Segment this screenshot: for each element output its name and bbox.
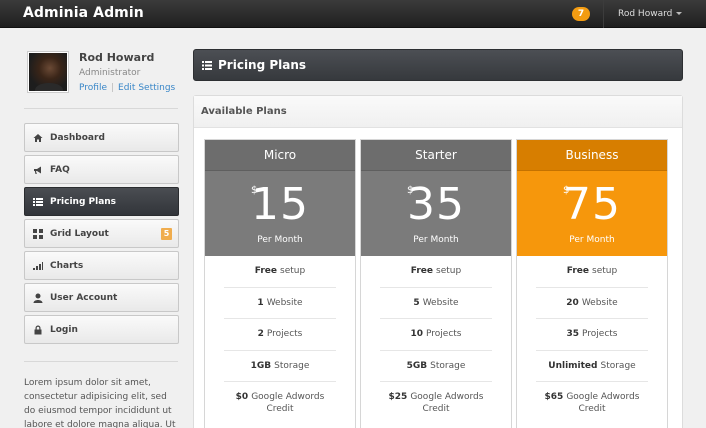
divider <box>24 108 178 109</box>
sidebar-item-charts[interactable]: Charts <box>24 251 179 280</box>
plan-feature: 5 Website <box>380 288 492 319</box>
user-icon <box>33 293 43 303</box>
plan-feature: 35 Projects <box>536 319 648 351</box>
panel-header: Available Plans <box>194 96 682 128</box>
plan-price: $ 35 Per Month <box>361 171 511 256</box>
plan-feature: 20 Website <box>536 288 648 319</box>
plan-card-starter: Starter $ 35 Per Month Free setup 5 Websit… <box>360 139 512 428</box>
profile-link[interactable]: Profile <box>79 83 107 93</box>
lock-icon <box>34 325 42 335</box>
sidebar-item-label: Grid Layout <box>50 229 109 239</box>
list-icon <box>33 198 43 206</box>
sidebar-item-grid-layout[interactable]: Grid Layout 5 <box>24 219 179 248</box>
panel-title: Available Plans <box>201 106 287 117</box>
sidebar-item-dashboard[interactable]: Dashboard <box>24 123 179 152</box>
plan-feature: 5GB Storage <box>380 351 492 382</box>
plan-feature: $0 Google Adwords Credit <box>235 392 325 414</box>
plan-feature: Unlimited Storage <box>536 351 648 382</box>
bullhorn-icon <box>34 166 41 174</box>
plan-amount: 15 <box>251 179 309 230</box>
plan-amount: 35 <box>407 179 465 230</box>
caret-down-icon <box>676 12 683 15</box>
sidebar-item-label: FAQ <box>50 165 70 175</box>
grid-icon <box>33 229 43 239</box>
available-plans-panel: Available Plans Micro $ 15 Per Month Fre… <box>193 95 683 428</box>
plan-period: Per Month <box>257 235 303 245</box>
sidebar-item-user-account[interactable]: User Account <box>24 283 179 312</box>
sidebar-item-pricing-plans[interactable]: Pricing Plans <box>24 187 179 216</box>
plan-feature: $65 Google Adwords Credit <box>544 392 640 414</box>
sidebar-item-faq[interactable]: FAQ <box>24 155 179 184</box>
sidebar-item-login[interactable]: Login <box>24 315 179 344</box>
sidebar-description: Lorem ipsum dolor sit amet, consectetur … <box>24 378 176 428</box>
user-menu-label: Rod Howard <box>618 9 673 19</box>
plan-card-micro: Micro $ 15 Per Month Free setup 1 Website … <box>204 139 356 428</box>
plan-feature: Free setup <box>380 256 492 288</box>
signal-icon <box>33 262 43 270</box>
brand-logo[interactable]: Adminia Admin <box>23 5 144 21</box>
sidebar-item-label: User Account <box>50 293 118 303</box>
profile-links: Profile | Edit Settings <box>79 83 176 93</box>
plan-name: Micro <box>205 140 355 171</box>
plan-feature: 2 Projects <box>224 319 336 351</box>
top-navbar: Adminia Admin 7 Rod Howard <box>0 0 706 28</box>
user-menu-dropdown[interactable]: Rod Howard <box>618 9 683 19</box>
plan-amount: 75 <box>563 179 621 230</box>
plan-period: Per Month <box>569 235 615 245</box>
plan-name: Starter <box>361 140 511 171</box>
page-title: Pricing Plans <box>218 58 307 72</box>
count-badge: 5 <box>161 228 172 240</box>
plan-card-business: Business $ 75 Per Month Free setup 20 Webs… <box>516 139 668 428</box>
plan-feature: Free setup <box>536 256 648 288</box>
plan-feature: Free setup <box>224 256 336 288</box>
list-icon <box>202 61 212 70</box>
plan-period: Per Month <box>413 235 459 245</box>
plan-feature: $25 Google Adwords Credit <box>388 392 484 414</box>
profile-name: Rod Howard <box>79 51 155 64</box>
plan-feature: 1GB Storage <box>224 351 336 382</box>
plan-feature: 1 Website <box>224 288 336 319</box>
sidebar-item-label: Pricing Plans <box>50 197 117 207</box>
divider <box>24 361 178 362</box>
sidebar-item-label: Charts <box>50 261 84 271</box>
profile-role: Administrator <box>79 68 141 78</box>
plan-price: $ 75 Per Month <box>517 171 667 256</box>
home-icon <box>33 134 43 142</box>
navbar-divider <box>603 0 604 28</box>
sidebar-item-label: Dashboard <box>50 133 105 143</box>
page-header: Pricing Plans <box>193 49 683 81</box>
avatar <box>27 51 69 93</box>
sidebar-item-label: Login <box>50 325 78 335</box>
notification-badge[interactable]: 7 <box>572 7 590 21</box>
plan-name: Business <box>517 140 667 171</box>
plan-price: $ 15 Per Month <box>205 171 355 256</box>
plan-feature: 10 Projects <box>380 319 492 351</box>
edit-settings-link[interactable]: Edit Settings <box>118 83 175 93</box>
